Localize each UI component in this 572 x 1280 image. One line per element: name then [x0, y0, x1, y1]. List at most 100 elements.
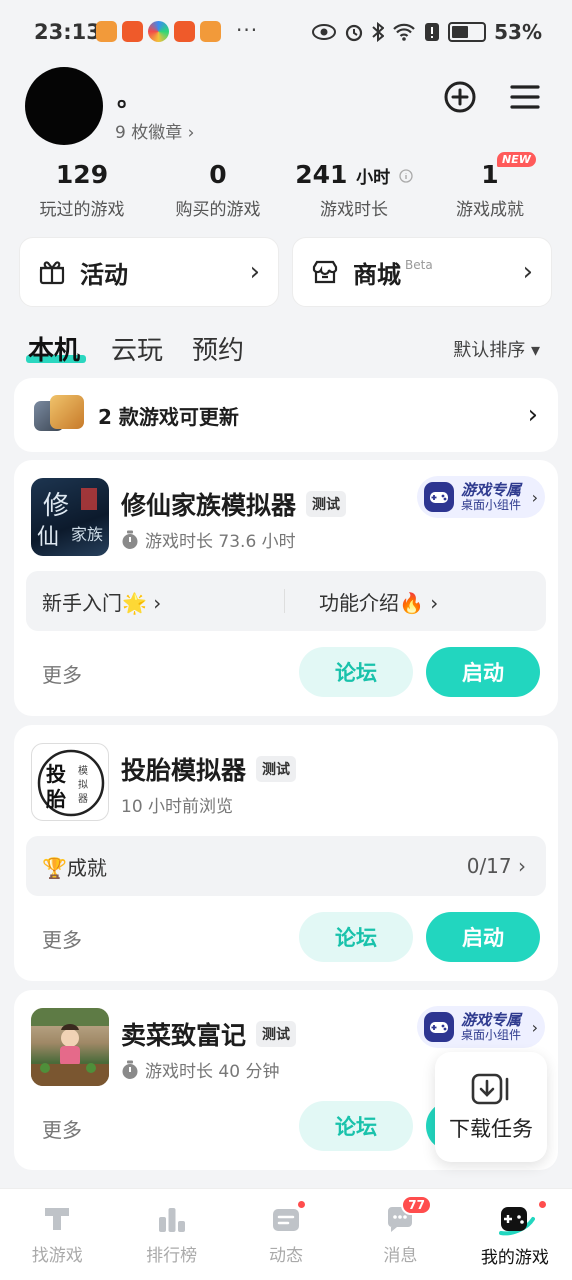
forum-button[interactable]: 论坛 [299, 647, 413, 697]
desktop-widget-button[interactable]: 游戏专属 桌面小组件 › [417, 476, 545, 518]
nav-find-games[interactable]: 找游戏 [0, 1189, 114, 1280]
mall-card[interactable]: 商城 Beta › [292, 237, 552, 307]
stat-played[interactable]: 129 玩过的游戏 [17, 160, 147, 220]
download-icon [471, 1073, 509, 1105]
stat-value-row: 1 NEW [425, 152, 555, 189]
tab-local[interactable]: 本机 [28, 330, 80, 367]
alarm-icon [346, 24, 363, 42]
nav-messages[interactable]: 77 消息 [343, 1189, 457, 1280]
info-icon [399, 169, 413, 183]
battery-icon [448, 22, 487, 42]
store-icon [312, 260, 338, 284]
menu-icon [510, 85, 540, 109]
activity-card[interactable]: 活动 › [19, 237, 279, 307]
badges-link[interactable]: 9 枚徽章 › [115, 118, 194, 143]
tab-reserve[interactable]: 预约 [192, 330, 244, 367]
nav-feed[interactable]: 动态 [229, 1189, 343, 1280]
game-subtitle: 游戏时长 73.6 小时 [121, 527, 296, 552]
gift-icon [39, 261, 65, 285]
nav-my-games[interactable]: 我的游戏 [458, 1189, 572, 1280]
game-icon[interactable] [31, 1008, 109, 1086]
gamepad-icon [424, 482, 454, 512]
nav-label: 排行榜 [146, 1246, 198, 1266]
new-badge: NEW [497, 152, 536, 167]
playtime-text: 游戏时长 40 分钟 [145, 1062, 280, 1082]
message-count-badge: 77 [401, 1195, 432, 1215]
game-subtitle: 游戏时长 40 分钟 [121, 1057, 279, 1082]
activity-label: 活动 [80, 260, 128, 289]
update-bar[interactable]: 2 款游戏可更新 › [14, 378, 558, 452]
status-time: 23:13 [34, 20, 101, 44]
sort-dropdown[interactable]: 默认排序 ▾ [453, 336, 540, 362]
widget-line2: 桌面小组件 [461, 1027, 522, 1042]
stat-label: 购买的游戏 [175, 200, 261, 220]
game-title: 修仙家族模拟器 [121, 491, 297, 520]
start-button[interactable]: 启动 [426, 912, 540, 962]
my-games-icon [498, 1207, 535, 1236]
tab-cloud[interactable]: 云玩 [111, 330, 163, 367]
stat-value: 129 [55, 160, 109, 189]
battery-percent: 53% [494, 20, 542, 44]
beginner-link[interactable]: 新手入门🌟 › [42, 587, 161, 616]
app-notification-icon [174, 21, 195, 42]
stat-bought[interactable]: 0 购买的游戏 [153, 160, 283, 220]
unread-dot [536, 1199, 548, 1210]
svg-text:仙: 仙 [37, 525, 59, 550]
start-button[interactable]: 启动 [426, 647, 540, 697]
game-title-row: 修仙家族模拟器 测试 [121, 486, 347, 522]
game-card[interactable]: 投胎模拟器 投胎模拟器 测试 10 小时前浏览 🏆成就 0/17 › 更多 论坛… [14, 725, 558, 981]
add-button[interactable] [443, 80, 477, 118]
achievement-count: 0/17 › [466, 854, 526, 878]
app-notification-icon [200, 21, 221, 42]
stat-playtime[interactable]: 241 小时 游戏时长 [289, 160, 419, 220]
game-title: 投胎模拟器 [121, 756, 247, 785]
stat-label: 游戏时长 [320, 200, 388, 220]
update-game-icons [34, 395, 84, 435]
download-tasks-label: 下载任务 [449, 1117, 533, 1141]
mall-label: 商城 [353, 260, 401, 289]
game-title-row: 卖菜致富记 测试 [121, 1016, 297, 1052]
svg-text:模: 模 [78, 765, 88, 777]
game-icon[interactable]: 修仙家族 [31, 478, 109, 556]
forum-button[interactable]: 论坛 [299, 912, 413, 962]
unread-dot [295, 1199, 307, 1210]
download-tasks-button[interactable]: 下载任务 [435, 1052, 547, 1162]
game-art-icon: 投胎模拟器 [37, 749, 105, 817]
svg-text:胎: 胎 [45, 787, 66, 811]
forum-button[interactable]: 论坛 [299, 1101, 413, 1151]
menu-button[interactable] [508, 80, 542, 118]
features-link[interactable]: 功能介绍🔥 › [319, 587, 438, 616]
svg-text:修: 修 [43, 491, 69, 521]
stat-achievements[interactable]: 1 NEW 游戏成就 [425, 152, 555, 220]
chevron-right-icon: › [531, 487, 538, 507]
stat-value: 0 [209, 160, 227, 189]
guide-row: 新手入门🌟 › 功能介绍🔥 › [26, 571, 546, 631]
stat-label: 游戏成就 [456, 200, 524, 220]
avatar[interactable] [25, 67, 103, 145]
nav-label: 找游戏 [31, 1246, 83, 1266]
sim-icon [425, 23, 440, 41]
game-card[interactable]: 修仙家族 修仙家族模拟器 测试 游戏时长 73.6 小时 游戏专属 桌面小组件 … [14, 460, 558, 716]
update-label: 2 款游戏可更新 [98, 404, 239, 429]
plus-circle-icon [444, 81, 476, 113]
nav-rankings[interactable]: 排行榜 [114, 1189, 228, 1280]
bluetooth-icon [372, 22, 385, 42]
user-name: 。 [117, 84, 141, 112]
game-subtitle: 10 小时前浏览 [121, 792, 233, 817]
achievement-row[interactable]: 🏆成就 0/17 › [26, 836, 546, 896]
stat-label: 玩过的游戏 [39, 200, 125, 220]
more-button[interactable]: 更多 [42, 659, 82, 688]
gamepad-icon [424, 1012, 454, 1042]
svg-text:投: 投 [46, 762, 66, 786]
game-icon[interactable]: 投胎模拟器 [31, 743, 109, 821]
desktop-widget-button[interactable]: 游戏专属 桌面小组件 › [417, 1006, 545, 1048]
more-button[interactable]: 更多 [42, 924, 82, 953]
find-games-icon [45, 1208, 70, 1230]
stopwatch-icon [122, 1060, 138, 1079]
app-notification-icon [122, 21, 143, 42]
divider [284, 589, 285, 613]
nav-label: 动态 [269, 1246, 304, 1266]
nav-label: 消息 [383, 1246, 418, 1266]
more-button[interactable]: 更多 [42, 1114, 82, 1143]
status-right: 53% [312, 20, 542, 44]
